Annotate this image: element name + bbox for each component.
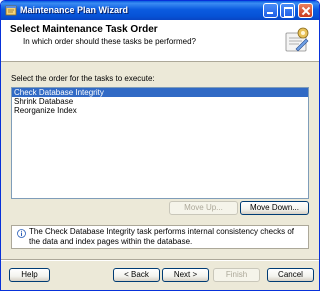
wizard-header: Select Maintenance Task Order In which o… [1, 20, 319, 62]
task-order-list[interactable]: Check Database Integrity Shrink Database… [11, 87, 309, 199]
next-button[interactable]: Next > [162, 268, 209, 282]
back-button[interactable]: < Back [113, 268, 160, 282]
window-title: Maintenance Plan Wizard [20, 5, 128, 15]
close-button[interactable] [298, 3, 313, 18]
move-up-button[interactable]: Move Up... [169, 201, 238, 215]
task-description: The Check Database Integrity task perfor… [29, 227, 295, 246]
task-order-prompt: Select the order for the tasks to execut… [11, 74, 155, 83]
title-bar[interactable]: Maintenance Plan Wizard [1, 1, 319, 20]
list-item[interactable]: Reorganize Index [12, 106, 308, 115]
wizard-gear-icon [285, 27, 309, 52]
minimize-button[interactable] [263, 3, 278, 18]
help-button[interactable]: Help [9, 268, 50, 282]
cancel-button[interactable]: Cancel [267, 268, 314, 282]
task-description-box: The Check Database Integrity task perfor… [11, 225, 309, 249]
maximize-button[interactable] [280, 3, 295, 18]
wizard-app-icon [5, 5, 17, 16]
info-icon [17, 229, 26, 238]
finish-button[interactable]: Finish [213, 268, 260, 282]
move-down-button[interactable]: Move Down... [240, 201, 309, 215]
wizard-window: Maintenance Plan Wizard Select Maintenan… [0, 0, 320, 291]
list-item[interactable]: Check Database Integrity [12, 88, 308, 97]
list-item[interactable]: Shrink Database [12, 97, 308, 106]
page-title: Select Maintenance Task Order [10, 24, 158, 35]
footer-separator [1, 259, 319, 261]
page-subtitle: In which order should these tasks be per… [23, 37, 196, 46]
